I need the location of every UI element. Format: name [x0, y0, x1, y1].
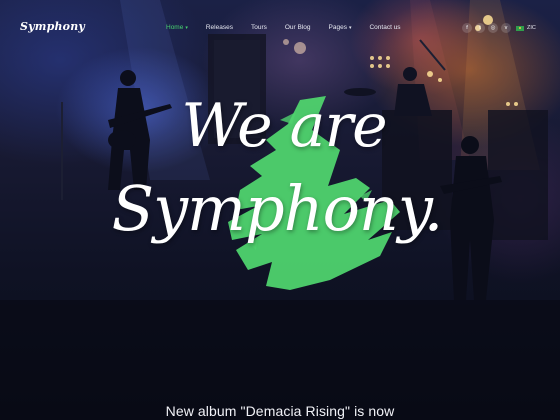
menu-item-releases[interactable]: Releases [206, 24, 233, 31]
vimeo-icon[interactable]: v [501, 23, 511, 33]
hero-tagline: New album "Demacia Rising" is now [165, 403, 395, 419]
menu-item-pages[interactable]: Pages ▾ [329, 24, 352, 31]
social-links: f t ◎ v ZIC [462, 23, 536, 33]
hero-section: Symphony Home ▾ Releases Tours Our Blog P… [0, 0, 560, 420]
twitter-icon[interactable]: t [475, 23, 485, 33]
language-switcher[interactable]: ZIC [527, 25, 536, 31]
menu-item-pages-label: Pages [328, 24, 347, 31]
hero-headline: We are Symphony. [0, 96, 560, 240]
menu-item-home-label: Home [166, 24, 184, 31]
hero-headline-line2: Symphony. [111, 172, 444, 245]
menu-item-home[interactable]: Home ▾ [166, 24, 188, 31]
facebook-icon[interactable]: f [462, 23, 472, 33]
chevron-down-icon: ▾ [348, 25, 352, 31]
hero-headline-line1: We are [181, 91, 387, 161]
menu-item-our-blog[interactable]: Our Blog [285, 24, 311, 31]
chevron-down-icon: ▾ [185, 25, 188, 31]
site-logo[interactable]: Symphony [20, 20, 85, 33]
menu-item-contact-us[interactable]: Contact us [369, 24, 400, 31]
main-menu: Home ▾ Releases Tours Our Blog Pages ▾ Con… [166, 24, 419, 31]
top-navigation: Symphony Home ▾ Releases Tours Our Blog P… [0, 0, 560, 56]
menu-item-tours[interactable]: Tours [251, 24, 267, 31]
instagram-icon[interactable]: ◎ [488, 23, 498, 33]
language-flag-icon[interactable] [516, 25, 524, 31]
